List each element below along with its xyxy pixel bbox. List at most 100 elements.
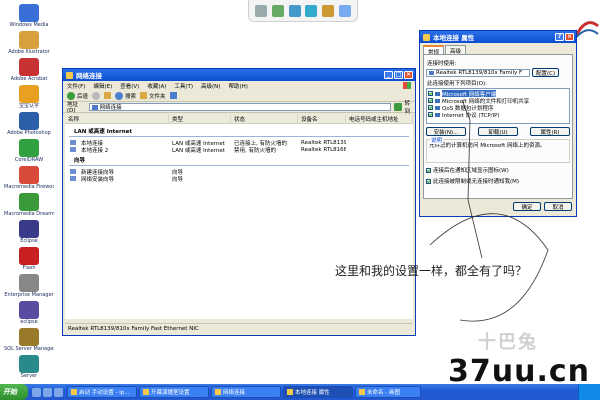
globe-icon[interactable] — [338, 4, 351, 17]
show-icon-option[interactable]: 连接后在通知区域显示图标(W) — [426, 166, 570, 174]
address-value: 网络连接 — [99, 105, 122, 111]
component-checkbox[interactable] — [428, 91, 433, 96]
network-icon — [91, 104, 98, 110]
taskbar-button[interactable]: 本地连接 属性 — [283, 386, 353, 398]
component-item[interactable]: QoS 数据包计划程序 — [428, 104, 568, 111]
windows-flag-icon — [403, 82, 411, 89]
application-icon — [19, 85, 39, 103]
connect-using-label: 连接时使用: — [427, 61, 457, 67]
go-button[interactable] — [393, 103, 402, 111]
task-icon — [143, 389, 149, 395]
start-button[interactable]: 开始 — [0, 384, 28, 400]
search-button[interactable]: 搜索 — [115, 91, 136, 100]
menu-item[interactable]: 高级(N) — [201, 82, 220, 90]
chat-icon[interactable] — [305, 4, 318, 17]
desktop-icon-label: Enterprise Manager — [4, 292, 54, 298]
views-button[interactable] — [169, 92, 177, 99]
show-icon-checkbox[interactable] — [426, 167, 431, 173]
dialog-close-button[interactable]: × — [565, 33, 574, 41]
forward-button[interactable] — [92, 91, 101, 100]
notify-option[interactable]: 此连接被限制或无连接时通知我(M) — [426, 177, 570, 185]
network-window-titlebar[interactable]: 网络连接 _ □ × — [63, 69, 415, 81]
component-item[interactable]: Microsoft 网络的文件和打印机共享 — [428, 97, 568, 104]
properties-button[interactable]: 属性(R) — [530, 127, 570, 136]
task-icon — [215, 389, 221, 395]
description-text: 允许您的计算机访问 Microsoft 网络上的资源。 — [429, 143, 546, 149]
go-label: 转到 — [404, 101, 411, 115]
close-button[interactable]: × — [404, 71, 413, 79]
notify-checkbox[interactable] — [426, 178, 431, 184]
folder-icon — [66, 71, 73, 79]
show-desktop-icon[interactable] — [32, 387, 41, 397]
dialog-buttons: 确定 取消 — [513, 202, 572, 211]
menu-item[interactable]: 文件(F) — [67, 82, 85, 90]
list-item[interactable]: 网络安装向导 向导 — [65, 175, 413, 183]
task-label: 网络连接 — [223, 390, 246, 396]
folders-button[interactable]: 文件夹 — [140, 92, 166, 100]
dialog-titlebar[interactable]: 本地连接 属性 ? × — [420, 31, 576, 43]
menu-item[interactable]: 帮助(H) — [228, 82, 247, 90]
media-icon[interactable] — [54, 387, 63, 397]
component-checkbox[interactable] — [428, 112, 433, 117]
up-button[interactable] — [104, 92, 112, 99]
system-tray[interactable] — [578, 384, 600, 400]
taskbar-button[interactable]: 未命名 - 画图 — [355, 386, 421, 398]
uninstall-button[interactable]: 卸载(U) — [478, 127, 518, 136]
maximize-button[interactable]: □ — [394, 71, 403, 79]
camera-icon[interactable] — [288, 4, 301, 17]
item-name: 本地连接 2 — [65, 146, 169, 154]
component-checkbox[interactable] — [428, 98, 433, 103]
task-icon — [71, 389, 77, 395]
desktop-icon-label: Server — [20, 373, 38, 379]
ok-button[interactable]: 确定 — [513, 202, 541, 211]
adapter-name: Realtek RTL8139/810x Family F — [436, 69, 523, 76]
application-icon — [19, 355, 39, 373]
help-button[interactable]: ? — [555, 33, 564, 41]
task-label: 开幕演播室设置 — [151, 390, 190, 396]
address-bar: 地址(D) 网络连接 转到 — [63, 101, 415, 115]
desktop-icon-label: Macromedia Fireworks — [4, 184, 54, 190]
taskbar-button[interactable]: 开幕演播室设置 — [139, 386, 209, 398]
configure-button[interactable]: 配置(C) — [532, 68, 560, 77]
column-header-phone[interactable]: 电话号码或主机地址 — [346, 115, 413, 123]
column-header-name[interactable]: 名称 — [65, 115, 169, 123]
forward-arrow-icon — [92, 91, 101, 100]
minimize-button[interactable]: _ — [384, 71, 393, 79]
taskbar-button[interactable]: 网络连接 — [211, 386, 281, 398]
component-item[interactable]: Microsoft 网络客户端 — [428, 90, 568, 97]
menu-item[interactable]: 查看(V) — [120, 82, 139, 90]
menu-item[interactable]: 工具(T) — [174, 82, 193, 90]
item-name-text: 本地连接 2 — [81, 147, 109, 154]
component-icon — [435, 98, 440, 103]
component-item[interactable]: Internet 协议 (TCP/IP) — [428, 111, 568, 118]
show-icon-label: 连接后在通知区域显示图标(W) — [433, 168, 509, 174]
column-header-device[interactable]: 设备名 — [298, 115, 346, 123]
cancel-button[interactable]: 取消 — [544, 202, 572, 211]
application-icon — [19, 112, 39, 130]
description-group: 说明 允许您的计算机访问 Microsoft 网络上的资源。 — [426, 136, 570, 163]
task-icon — [287, 389, 293, 395]
app-icon[interactable] — [271, 4, 284, 17]
column-header-status[interactable]: 状态 — [231, 115, 298, 123]
back-button[interactable]: 后退 — [67, 91, 88, 100]
column-header-type[interactable]: 类型 — [169, 115, 231, 123]
list-item[interactable]: 本地连接 2 LAN 或高速 Internet 禁用, 有防火墙的 Realtek R… — [65, 146, 413, 154]
address-input[interactable]: 网络连接 — [88, 103, 391, 111]
status-bar: Realtek RTL8139/810x Family Fast Etherne… — [65, 323, 413, 333]
pin-icon[interactable] — [255, 4, 268, 17]
taskbar-button[interactable]: 启动 手动设置 - ip... — [67, 386, 137, 398]
menu-item[interactable]: 收藏(A) — [147, 82, 166, 90]
components-list: Microsoft 网络客户端 Microsoft 网络的文件和打印机共享 QoS … — [426, 88, 570, 124]
network-card-icon — [429, 70, 434, 75]
application-icon — [19, 301, 39, 319]
component-checkbox[interactable] — [428, 105, 433, 110]
desktop-icon-label: 宝宝认字 — [18, 103, 39, 109]
menu-item[interactable]: 编辑(E) — [93, 82, 112, 90]
notes-icon[interactable] — [321, 4, 334, 17]
browser-icon[interactable] — [43, 387, 52, 397]
item-cell: Realtek RTL8139/810... — [301, 139, 346, 146]
desktop-icon-label: Macromedia Dreamweaver — [4, 211, 54, 217]
group-header: LAN 或高速 Internet — [69, 124, 409, 137]
annotation-text: 这里和我的设置一样，都全有了吗？ — [335, 264, 528, 278]
install-button[interactable]: 安装(N)... — [426, 127, 466, 136]
